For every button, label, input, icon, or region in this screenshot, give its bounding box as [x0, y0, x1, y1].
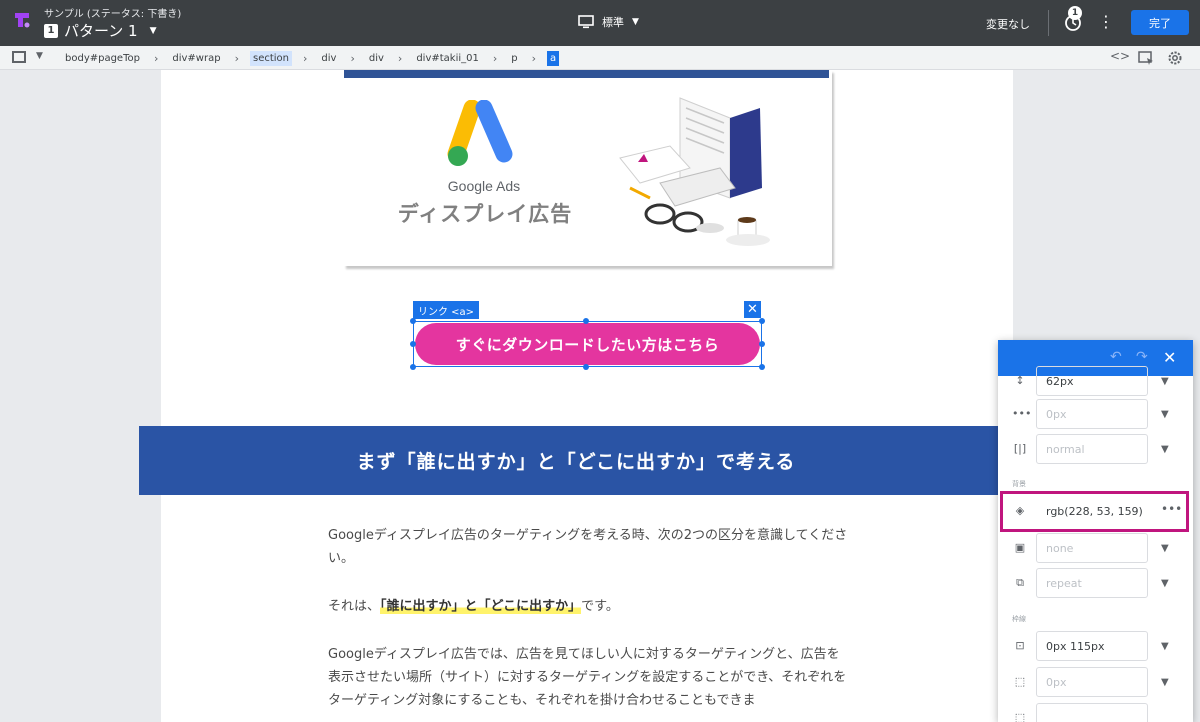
- selection-label: リンク <a>: [413, 301, 480, 319]
- letter-spacing-row: ••• 0px ▼: [998, 399, 1193, 429]
- word-spacing-field[interactable]: normal: [1036, 434, 1148, 464]
- highlighted-text: 「誰に出すか」と「どこに出すか」: [380, 599, 582, 614]
- chevron-down-icon[interactable]: ▼: [1161, 543, 1169, 554]
- hero-subtitle: ディスプレイ広告: [397, 202, 573, 226]
- margin-icon: ⬚: [1014, 711, 1026, 722]
- divider: [1048, 10, 1049, 36]
- next-field[interactable]: [1036, 703, 1148, 722]
- breadcrumb-item[interactable]: div: [366, 51, 387, 66]
- selection-outline: [413, 321, 762, 367]
- article-paragraph: Googleディスプレイ広告のターゲティングを考える時、次の2つの区分を意識して…: [328, 528, 848, 566]
- chevron-right-icon: ›: [350, 51, 355, 65]
- breadcrumb-item[interactable]: div#takii_01: [413, 51, 482, 66]
- chevron-right-icon: ›: [234, 51, 239, 65]
- chevron-right-icon: ›: [492, 51, 498, 65]
- google-ads-logo: [447, 100, 513, 166]
- resize-handle[interactable]: [410, 364, 416, 370]
- chevron-down-icon[interactable]: ▼: [1161, 677, 1169, 688]
- section-heading-banner: まず「誰に出すか」と「どこに出すか」で考える: [139, 426, 1013, 495]
- line-height-field[interactable]: 62px: [1036, 366, 1148, 396]
- article-paragraph: Googleディスプレイ広告では、広告を見てほしい人に対するターゲティングと、広…: [328, 647, 847, 708]
- chevron-down-icon[interactable]: ▼: [1161, 409, 1169, 420]
- letter-spacing-icon: •••: [1012, 407, 1032, 420]
- app-logo-icon: [15, 13, 30, 28]
- done-button[interactable]: 完了: [1131, 10, 1189, 35]
- redo-icon[interactable]: ↷: [1136, 349, 1148, 365]
- select-element-icon[interactable]: [12, 51, 26, 63]
- breadcrumb-item[interactable]: p: [508, 51, 520, 66]
- chevron-right-icon: ›: [397, 51, 403, 65]
- hero-stripe: [344, 70, 829, 78]
- chevron-down-icon[interactable]: ▼: [36, 51, 43, 61]
- gear-icon[interactable]: [1167, 50, 1183, 66]
- pattern-selector[interactable]: 1 パターン 1 ▼: [44, 20, 156, 41]
- repeat-icon: ⧉: [1016, 576, 1024, 589]
- element-breadcrumb-bar: ▼ body#pageTop › div#wrap › section › di…: [0, 46, 1200, 70]
- pattern-number: 1: [44, 23, 58, 38]
- chevron-down-icon[interactable]: ▼: [1161, 444, 1169, 455]
- background-image-field[interactable]: none: [1036, 533, 1148, 563]
- close-icon[interactable]: ✕: [744, 301, 761, 318]
- image-icon: ▣: [1014, 541, 1026, 554]
- breadcrumb-item-selected[interactable]: a: [547, 50, 560, 66]
- breadcrumb-item[interactable]: div#wrap: [169, 51, 223, 66]
- undo-icon[interactable]: ↶: [1110, 349, 1122, 365]
- resize-handle[interactable]: [759, 318, 765, 324]
- chevron-right-icon: ›: [303, 51, 308, 65]
- top-bar: サンプル (ステータス: 下書き) 1 パターン 1 ▼ 標準 ▼ 変更なし 1…: [0, 0, 1200, 46]
- border-icon: ⬚: [1014, 675, 1026, 688]
- resize-handle[interactable]: [759, 364, 765, 370]
- resize-handle[interactable]: [583, 318, 589, 324]
- chevron-down-icon: ▼: [149, 25, 157, 36]
- resize-handle[interactable]: [410, 341, 416, 347]
- breadcrumb: body#pageTop › div#wrap › section › div …: [62, 46, 560, 70]
- background-repeat-field[interactable]: repeat: [1036, 568, 1148, 598]
- word-spacing-icon: [|]: [1013, 442, 1027, 455]
- background-image-row: ▣ none ▼: [998, 533, 1193, 563]
- border-field[interactable]: 0px: [1036, 667, 1148, 697]
- border-row: ⬚ 0px ▼: [998, 667, 1193, 697]
- device-label: 標準: [602, 16, 624, 29]
- chevron-down-icon[interactable]: ▼: [1161, 376, 1169, 387]
- resize-handle[interactable]: [410, 318, 416, 324]
- chevron-right-icon: ›: [531, 51, 537, 65]
- more-vert-icon[interactable]: ⋮: [1098, 12, 1114, 32]
- padding-field[interactable]: 0px 115px: [1036, 631, 1148, 661]
- pattern-name: パターン 1: [64, 22, 138, 40]
- line-height-icon: ↕: [1015, 374, 1025, 387]
- next-row: ⬚: [998, 703, 1193, 722]
- line-height-row: ↕ 62px ▼: [998, 366, 1193, 396]
- paragraph-text: それは、: [328, 599, 381, 614]
- chevron-down-icon[interactable]: ▼: [1161, 641, 1169, 652]
- background-repeat-row: ⧉ repeat ▼: [998, 568, 1193, 598]
- background-color-highlight: [1000, 491, 1189, 532]
- save-status: 変更なし: [986, 18, 1030, 31]
- letter-spacing-field[interactable]: 0px: [1036, 399, 1148, 429]
- inspect-icon[interactable]: [1138, 51, 1154, 65]
- padding-row: ⊡ 0px 115px ▼: [998, 631, 1193, 661]
- padding-icon: ⊡: [1015, 639, 1025, 652]
- google-ads-text: Google Ads: [447, 178, 521, 194]
- code-icon[interactable]: <>: [1110, 49, 1130, 63]
- word-spacing-row: [|] normal ▼: [998, 434, 1193, 464]
- chevron-down-icon: ▼: [632, 17, 639, 27]
- notification-badge: 1: [1068, 6, 1082, 20]
- app-subtitle: サンプル (ステータス: 下書き): [44, 9, 182, 20]
- breadcrumb-item[interactable]: body#pageTop: [62, 51, 143, 66]
- monitor-icon: [578, 15, 594, 29]
- article-paragraph: それは、「誰に出すか」と「どこに出すか」です。: [328, 595, 848, 618]
- chevron-down-icon[interactable]: ▼: [1161, 578, 1169, 589]
- section-label-background: 背景: [1012, 480, 1026, 488]
- breadcrumb-item[interactable]: div: [318, 51, 339, 66]
- resize-handle[interactable]: [583, 364, 589, 370]
- paragraph-text: です。: [581, 599, 619, 614]
- device-selector[interactable]: 標準 ▼: [578, 14, 639, 30]
- section-label-border: 枠線: [1012, 615, 1026, 623]
- desk-illustration: [619, 97, 770, 246]
- close-icon[interactable]: ✕: [1163, 348, 1176, 367]
- chevron-right-icon: ›: [153, 51, 159, 65]
- breadcrumb-item[interactable]: section: [249, 50, 292, 66]
- resize-handle[interactable]: [759, 341, 765, 347]
